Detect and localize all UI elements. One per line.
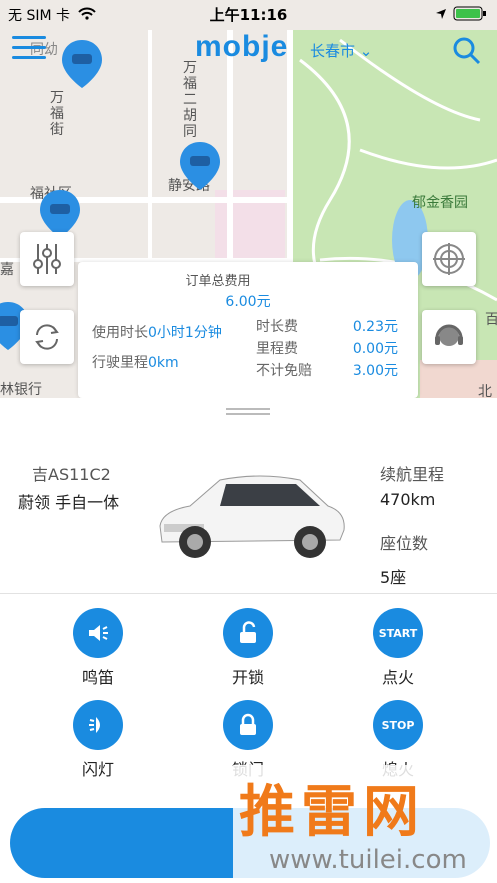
menu-button[interactable] [12, 36, 46, 64]
chevron-down-icon: ⌄ [359, 42, 373, 60]
city-label: 长春市 [310, 42, 356, 60]
fee-item-value: 3.00元 [352, 363, 398, 379]
seats-label: 座位数 [380, 534, 429, 553]
range-value: 470km [380, 490, 436, 509]
start-button[interactable]: START 点火 [348, 608, 448, 688]
unlock-label: 开锁 [231, 668, 264, 687]
fee-title: 订单总费用 [185, 274, 251, 289]
map-label: 嘉 [0, 262, 14, 278]
horn-icon [73, 608, 123, 658]
fee-item-value: 0.23元 [352, 319, 398, 335]
range-label: 续航里程 [380, 465, 445, 484]
flash-label: 闪灯 [81, 760, 114, 779]
location-arrow-icon [436, 8, 446, 19]
fee-total: 6.00元 [225, 294, 271, 310]
divider [0, 593, 497, 594]
status-bar: 无 SIM 卡 上午11:16 [0, 0, 497, 26]
distance-row: 行驶里程0km [92, 352, 179, 372]
horn-button[interactable]: 鸣笛 [48, 608, 148, 688]
order-fee-card: 订单总费用 6.00元 使用时长0小时1分钟 行驶里程0km 时长费 0.23元… [78, 262, 418, 398]
search-button[interactable] [452, 36, 482, 66]
distance-label: 行驶里程 [92, 355, 148, 371]
watermark: 推雷网 www.tuilei.com [233, 765, 497, 881]
sliders-icon [33, 244, 61, 274]
car-plate: 吉AS11C2 [32, 465, 111, 484]
use-time-label: 使用时长 [92, 325, 148, 341]
car-panel: 吉AS11C2 蔚领 手自一体 续航里程 470km 座位数 5座 鸣笛 开锁 … [0, 398, 497, 883]
status-right [435, 6, 487, 21]
use-time-value: 0小时1分钟 [148, 325, 222, 341]
horn-label: 鸣笛 [81, 668, 114, 687]
app-header: mobje 长春市 ⌄ [0, 28, 497, 72]
fee-item-label: 时长费 [256, 319, 298, 335]
distance-value: 0km [148, 355, 179, 371]
locate-button[interactable] [422, 232, 476, 286]
unlock-button[interactable]: 开锁 [198, 608, 298, 688]
fee-item-value: 0.00元 [352, 341, 398, 357]
unlock-icon [223, 608, 273, 658]
car-pin[interactable] [178, 140, 222, 192]
battery-icon [453, 6, 486, 21]
use-time-row: 使用时长0小时1分钟 [92, 322, 222, 342]
start-label: 点火 [381, 668, 414, 687]
search-icon [453, 37, 481, 65]
map-label: 林银行 [0, 382, 42, 398]
map-label: 万 福 二 胡 同 [183, 60, 197, 141]
seats-value: 5座 [380, 568, 407, 587]
lock-icon [223, 700, 273, 750]
city-selector[interactable]: 长春市 ⌄ [310, 40, 372, 61]
service-button[interactable] [422, 310, 476, 364]
filter-button[interactable] [20, 232, 74, 286]
target-icon [433, 243, 465, 275]
car-model: 蔚领 手自一体 [18, 493, 120, 512]
headset-icon [435, 324, 463, 346]
refresh-icon [35, 324, 59, 350]
app-logo: mobje [195, 30, 289, 63]
watermark-url: www.tuilei.com [269, 845, 467, 875]
flash-icon [73, 700, 123, 750]
drag-handle[interactable] [226, 408, 270, 416]
watermark-logo: 推雷网 [239, 780, 425, 845]
start-icon: START [373, 608, 423, 658]
map-label: 百 [485, 312, 497, 328]
fee-item-label: 不计免赔 [256, 363, 312, 379]
flash-button[interactable]: 闪灯 [48, 700, 148, 780]
fee-item-label: 里程费 [256, 341, 298, 357]
stop-icon: STOP [373, 700, 423, 750]
map-label: 万 福 街 [50, 90, 64, 139]
car-image [159, 475, 345, 558]
refresh-button[interactable] [20, 310, 74, 364]
clock: 上午11:16 [209, 6, 288, 24]
map-label: 郁金香园 [412, 195, 468, 211]
